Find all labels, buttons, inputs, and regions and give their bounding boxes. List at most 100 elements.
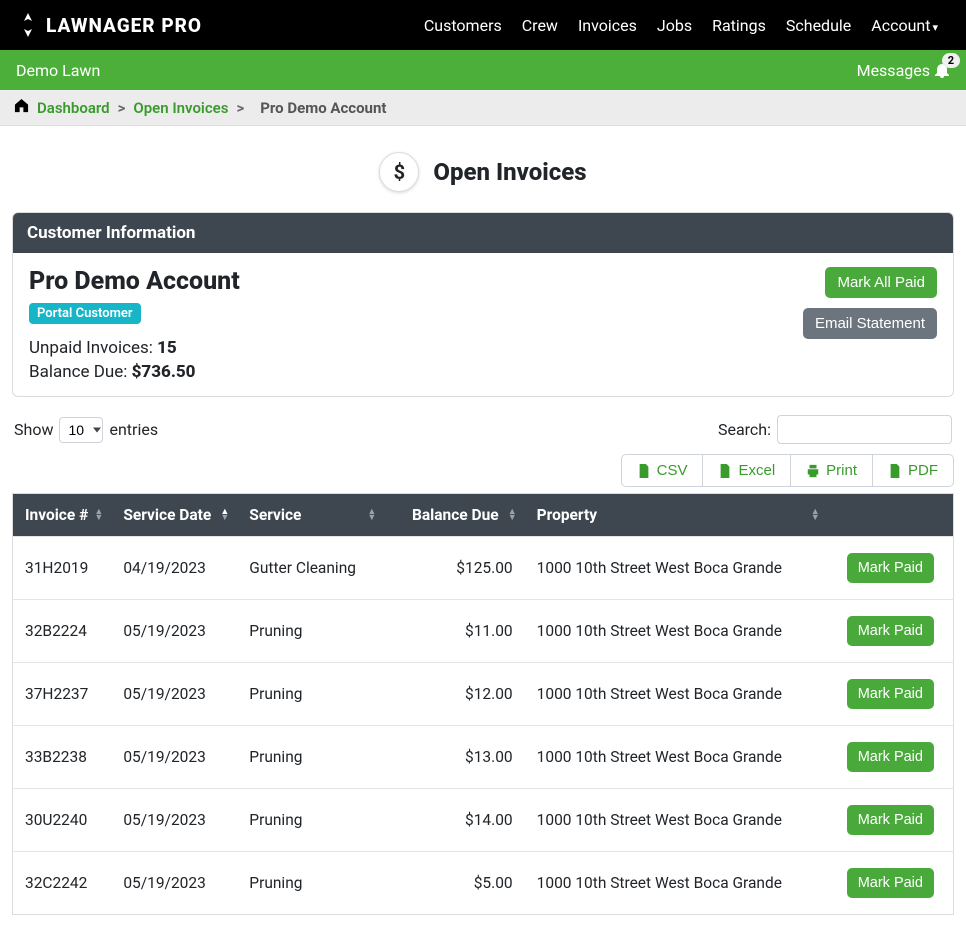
chevron-down-icon: ▾ xyxy=(932,21,938,34)
show-label: Show xyxy=(14,420,53,439)
balance-label: Balance Due: xyxy=(29,362,132,382)
cell: 1000 10th Street West Boca Grande xyxy=(525,789,828,852)
cell: 05/19/2023 xyxy=(111,600,237,663)
cell: 05/19/2023 xyxy=(111,789,237,852)
mark-paid-button[interactable]: Mark Paid xyxy=(847,805,934,835)
page-title: $ Open Invoices xyxy=(12,152,954,192)
sort-desc-icon: ▼ xyxy=(508,515,517,521)
breadcrumb-link[interactable]: Open Invoices xyxy=(133,99,228,117)
export-excel-label: Excel xyxy=(738,462,775,479)
cell-actions: Mark Paid xyxy=(828,852,954,915)
export-pdf-button[interactable]: PDF xyxy=(873,454,954,487)
sort-desc-icon: ▼ xyxy=(94,515,103,521)
cell: $13.00 xyxy=(384,726,524,789)
printer-icon xyxy=(806,464,820,478)
breadcrumb-separator: > xyxy=(236,99,244,117)
mark-paid-button[interactable]: Mark Paid xyxy=(847,679,934,709)
cell: $14.00 xyxy=(384,789,524,852)
breadcrumb-separator: > xyxy=(118,99,126,117)
mark-all-paid-button[interactable]: Mark All Paid xyxy=(825,267,937,298)
nav-ratings[interactable]: Ratings xyxy=(702,16,776,35)
table-row: 33B223805/19/2023Pruning$13.001000 10th … xyxy=(13,726,954,789)
customer-name: Pro Demo Account xyxy=(29,267,240,296)
cell: 1000 10th Street West Boca Grande xyxy=(525,663,828,726)
search-label: Search: xyxy=(718,420,771,439)
export-print-button[interactable]: Print xyxy=(791,454,873,487)
col-header[interactable]: Property▲▼ xyxy=(525,494,828,537)
cell-actions: Mark Paid xyxy=(828,600,954,663)
cell: $12.00 xyxy=(384,663,524,726)
balance-value: $736.50 xyxy=(132,362,196,382)
export-csv-label: CSV xyxy=(657,462,688,479)
cell: 33B2238 xyxy=(13,726,112,789)
cell: 30U2240 xyxy=(13,789,112,852)
export-csv-button[interactable]: CSV xyxy=(621,454,704,487)
company-name: Demo Lawn xyxy=(16,61,100,80)
balance-due-line: Balance Due: $736.50 xyxy=(29,362,240,382)
cell: Pruning xyxy=(237,789,384,852)
customer-card: Customer Information Pro Demo Account Po… xyxy=(12,212,954,397)
file-icon xyxy=(888,464,902,478)
nav-customers[interactable]: Customers xyxy=(414,16,512,35)
table-controls: Show 10 entries Search: xyxy=(12,411,954,454)
brand-logo-icon xyxy=(18,13,38,37)
cell: Pruning xyxy=(237,726,384,789)
cell: $5.00 xyxy=(384,852,524,915)
mark-paid-button[interactable]: Mark Paid xyxy=(847,868,934,898)
cell: $11.00 xyxy=(384,600,524,663)
cell-actions: Mark Paid xyxy=(828,789,954,852)
file-icon xyxy=(718,464,732,478)
sort-desc-icon: ▼ xyxy=(811,515,820,521)
mark-paid-button[interactable]: Mark Paid xyxy=(847,742,934,772)
export-buttons: CSV Excel Print PDF xyxy=(12,454,954,487)
cell: Pruning xyxy=(237,600,384,663)
cell: 05/19/2023 xyxy=(111,726,237,789)
table-row: 37H223705/19/2023Pruning$12.001000 10th … xyxy=(13,663,954,726)
top-nav: LAWNAGER PRO CustomersCrewInvoicesJobsRa… xyxy=(0,0,966,50)
page-size-select[interactable]: 10 xyxy=(59,417,103,443)
col-header[interactable]: Balance Due▲▼ xyxy=(384,494,524,537)
search-input[interactable] xyxy=(777,415,952,444)
mark-paid-button[interactable]: Mark Paid xyxy=(847,553,934,583)
cell: 37H2237 xyxy=(13,663,112,726)
mark-paid-button[interactable]: Mark Paid xyxy=(847,616,934,646)
nav-crew[interactable]: Crew xyxy=(512,16,568,35)
page-title-text: Open Invoices xyxy=(433,158,586,186)
export-pdf-label: PDF xyxy=(908,462,938,479)
brand[interactable]: LAWNAGER PRO xyxy=(18,13,202,37)
cell: Pruning xyxy=(237,663,384,726)
col-header[interactable]: Invoice #▲▼ xyxy=(13,494,112,537)
messages-button[interactable]: Messages 2 xyxy=(857,61,950,80)
cell: 1000 10th Street West Boca Grande xyxy=(525,852,828,915)
cell: 05/19/2023 xyxy=(111,852,237,915)
nav-account[interactable]: Account▾ xyxy=(861,16,948,35)
breadcrumb-link[interactable]: Dashboard xyxy=(37,99,110,117)
unpaid-value: 15 xyxy=(157,338,177,358)
nav-schedule[interactable]: Schedule xyxy=(776,16,861,35)
export-excel-button[interactable]: Excel xyxy=(703,454,791,487)
home-icon[interactable] xyxy=(14,98,29,117)
col-header[interactable]: Service Date▲▼ xyxy=(111,494,237,537)
cell: 32B2224 xyxy=(13,600,112,663)
breadcrumb-current: Pro Demo Account xyxy=(260,99,386,117)
brand-text: LAWNAGER PRO xyxy=(46,14,202,37)
col-header[interactable]: Service▲▼ xyxy=(237,494,384,537)
cell-actions: Mark Paid xyxy=(828,537,954,600)
nav-jobs[interactable]: Jobs xyxy=(647,16,702,35)
portal-customer-badge: Portal Customer xyxy=(29,303,141,324)
sort-desc-icon: ▼ xyxy=(367,515,376,521)
email-statement-button[interactable]: Email Statement xyxy=(803,308,937,339)
entries-label: entries xyxy=(109,420,158,439)
cell: 31H2019 xyxy=(13,537,112,600)
unpaid-invoices-line: Unpaid Invoices: 15 xyxy=(29,338,240,358)
nav-invoices[interactable]: Invoices xyxy=(568,16,647,35)
cell: 32C2242 xyxy=(13,852,112,915)
col-header xyxy=(828,494,954,537)
export-print-label: Print xyxy=(826,462,857,479)
messages-count-badge: 2 xyxy=(942,53,960,68)
table-row: 32C224205/19/2023Pruning$5.001000 10th S… xyxy=(13,852,954,915)
card-header: Customer Information xyxy=(13,213,953,253)
cell-actions: Mark Paid xyxy=(828,663,954,726)
cell: Pruning xyxy=(237,852,384,915)
cell: 1000 10th Street West Boca Grande xyxy=(525,600,828,663)
